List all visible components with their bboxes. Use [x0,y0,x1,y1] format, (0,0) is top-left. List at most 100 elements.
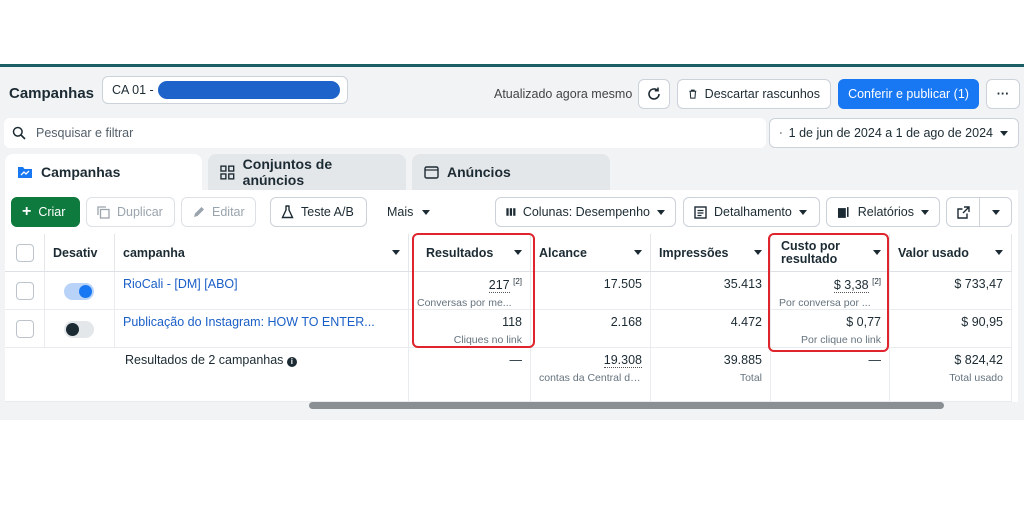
cost-value: $ 0,77 [846,315,881,329]
results-note: [2] [513,277,522,286]
summary-reach[interactable]: 19.308 [603,353,642,368]
tab-ad-sets[interactable]: Conjuntos de anúncios [208,154,406,190]
summary-spacer [5,348,115,402]
more-options-button[interactable]: ··· [986,79,1020,109]
reports-dropdown[interactable]: Relatórios [826,197,940,227]
header-results[interactable]: Resultados [409,234,531,272]
refresh-icon [648,87,660,100]
summary-spent-cell: $ 824,42 Total usado [890,348,1012,402]
header-campaign[interactable]: campanha [115,234,409,272]
review-publish-button[interactable]: Conferir e publicar (1) [838,79,979,109]
spent-cell: $ 90,95 [890,310,1012,348]
chevron-down-icon [754,250,762,255]
duplicate-label: Duplicar [117,205,163,219]
account-selector[interactable]: CA 01 - [102,76,348,104]
campaign-name-link[interactable]: Publicação do Instagram: HOW TO ENTER... [115,310,409,348]
header-cost-label: Custo por resultado [781,238,841,266]
results-cell: 217 [2] Conversas por me... [409,272,531,310]
create-button[interactable]: + Criar [11,197,80,227]
date-range-text: 1 de jun de 2024 a 1 de ago de 2024 [788,126,993,140]
chevron-down-icon [422,209,431,215]
cost-cell: $ 3,38 [2] Por conversa por ... [771,272,890,310]
external-link-icon [956,205,970,219]
header-campaign-label: campanha [123,245,185,260]
header-impressions-label: Impressões [659,245,729,260]
columns-dropdown[interactable]: Colunas: Desempenho [495,197,676,227]
results-subtext: Cliques no link [453,334,522,346]
breakdown-icon [694,205,707,219]
search-icon [12,126,26,140]
breakdown-dropdown[interactable]: Detalhamento [683,197,820,227]
ad-window-icon [424,165,439,179]
chevron-down-icon [1000,130,1008,136]
refresh-button[interactable] [638,79,670,109]
grid-icon [220,164,235,180]
header-cost-line1: Custo por [781,238,841,253]
results-subtext: Conversas por me... [417,297,512,310]
summary-impressions: 39.885 [723,353,762,367]
duplicate-button[interactable]: Duplicar [86,197,175,227]
pencil-icon [194,206,204,217]
publish-label: Conferir e publicar (1) [848,87,969,101]
date-range-picker[interactable]: 1 de jun de 2024 a 1 de ago de 2024 [769,118,1019,148]
campaigns-table: Desativ campanha Resultados Alcance Impr… [5,234,1018,402]
more-dropdown-label: Mais [387,205,414,219]
horizontal-scrollbar[interactable] [309,402,944,409]
edit-label: Editar [212,205,245,219]
export-menu-button[interactable] [979,197,1012,227]
header-toggle[interactable]: Desativ [45,234,115,272]
results-value[interactable]: 217 [488,278,510,294]
impressions-cell: 4.472 [651,310,771,348]
redacted-account-name [157,81,340,99]
flask-icon [281,205,294,219]
search-bar[interactable]: Pesquisar e filtrar [4,118,766,148]
summary-spent-subtext: Total usado [949,372,1003,384]
page-title: Campanhas [9,85,95,102]
trash-icon [689,89,697,99]
more-icon: ··· [996,87,1010,101]
account-prefix: CA 01 - [112,83,154,97]
summary-impressions-subtext: Total [739,372,762,384]
row-checkbox[interactable] [16,282,34,300]
select-all-checkbox[interactable] [16,244,34,262]
tab-ad-sets-label: Conjuntos de anúncios [242,156,333,188]
columns-icon [506,208,516,216]
header-spent-label: Valor usado [898,245,969,260]
discard-label: Descartar rascunhos [704,87,820,101]
tab-ads[interactable]: Anúncios [412,154,610,190]
header-results-label: Resultados [426,245,494,260]
ab-test-label: Teste A/B [301,205,354,219]
campaign-toggle-off[interactable] [64,321,94,338]
header-cost-per-result[interactable]: Custo por resultado [771,234,890,272]
row-toggle-cell [45,272,115,310]
calendar-icon [780,132,782,134]
cost-value[interactable]: $ 3,38 [833,278,869,294]
chevron-down-icon [873,250,881,255]
header-amount-spent[interactable]: Valor usado [890,234,1012,272]
more-dropdown[interactable]: Mais [387,205,431,219]
tab-ads-label: Anúncios [447,164,511,180]
folder-icon [18,167,32,178]
edit-button[interactable]: Editar [181,197,256,227]
tab-campaigns[interactable]: Campanhas [5,154,202,190]
campaign-toggle-on[interactable] [64,283,94,300]
summary-label: Resultados de 2 campanhas [125,353,284,367]
ab-test-button[interactable]: Teste A/B [270,197,367,227]
row-checkbox[interactable] [16,320,34,338]
header-impressions[interactable]: Impressões [651,234,771,272]
table-row[interactable] [5,310,45,348]
summary-cost: — [771,348,890,402]
results-cell: 118 Cliques no link [409,310,531,348]
header-reach[interactable]: Alcance [531,234,651,272]
summary-spent: $ 824,42 [954,353,1003,367]
row-toggle-cell [45,310,115,348]
campaign-name-link[interactable]: RioCali - [DM] [ABO] [115,272,409,310]
table-row[interactable] [5,272,45,310]
info-icon[interactable]: i [286,357,297,367]
duplicate-icon [97,205,110,219]
chevron-down-icon [921,209,929,215]
chevron-down-icon [995,250,1003,255]
export-button[interactable] [946,197,980,227]
discard-drafts-button[interactable]: Descartar rascunhos [677,79,831,109]
tab-campaigns-label: Campanhas [41,164,121,180]
